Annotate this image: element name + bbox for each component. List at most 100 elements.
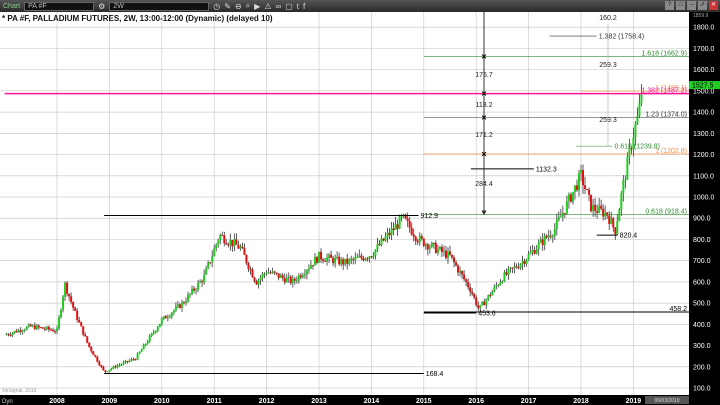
symbol-input[interactable]: PA #F bbox=[24, 1, 95, 11]
candle-body bbox=[330, 254, 333, 258]
candle-body bbox=[598, 205, 601, 213]
play-icon[interactable]: ▶ bbox=[254, 2, 260, 11]
candle-body bbox=[378, 244, 381, 246]
measure-label: 284.4 bbox=[475, 181, 493, 188]
candle-body bbox=[86, 336, 89, 343]
candle-body bbox=[465, 279, 468, 283]
candle-body bbox=[527, 253, 530, 260]
candle-body bbox=[221, 234, 224, 236]
x-tick-label: 2017 bbox=[521, 398, 537, 405]
close-button[interactable]: ✕ bbox=[709, 1, 718, 10]
candle-body bbox=[434, 243, 437, 253]
candle-body bbox=[289, 276, 292, 284]
candle-body bbox=[43, 328, 46, 330]
candle-body bbox=[394, 224, 397, 230]
candle-body bbox=[320, 251, 323, 260]
candle-body bbox=[301, 275, 304, 278]
candle-body bbox=[338, 256, 341, 265]
candle-body bbox=[217, 240, 220, 245]
candle-body bbox=[116, 365, 119, 368]
minus-circle-icon[interactable]: ⊖ bbox=[235, 2, 242, 11]
zoom-icon[interactable]: ⌕ bbox=[246, 1, 250, 11]
candle-body bbox=[227, 244, 230, 246]
candle-body bbox=[104, 370, 107, 372]
candle-body bbox=[64, 282, 67, 297]
candle-body bbox=[612, 218, 615, 228]
candle-body bbox=[247, 263, 250, 270]
candle-body bbox=[469, 287, 472, 292]
candle-body bbox=[348, 259, 351, 264]
candle-body bbox=[580, 170, 582, 174]
candle-body bbox=[241, 246, 244, 249]
link-icon[interactable]: ∞ bbox=[276, 2, 282, 11]
candle-body bbox=[541, 239, 544, 246]
candle-body bbox=[602, 208, 605, 217]
candle-body bbox=[267, 272, 270, 274]
interval-select[interactable]: 2W bbox=[109, 1, 210, 11]
candle-body bbox=[455, 262, 458, 266]
y-tick-label: 1400.0 bbox=[693, 110, 715, 117]
candle-body bbox=[235, 239, 238, 245]
candle-body bbox=[344, 258, 347, 265]
clock-icon[interactable]: ◷ bbox=[213, 2, 220, 11]
candle-body bbox=[257, 280, 260, 285]
minimize-button[interactable]: – bbox=[687, 1, 696, 10]
fib-label: 1.23 (1374.0) bbox=[645, 112, 687, 119]
candle-body bbox=[261, 273, 264, 278]
pencil-icon[interactable]: ✎ bbox=[224, 2, 231, 11]
x-tick-label: 2011 bbox=[207, 398, 222, 405]
y-tick-label: 400.0 bbox=[693, 322, 711, 329]
candle-body bbox=[233, 239, 236, 247]
alert-icon[interactable]: ⚠ bbox=[264, 2, 271, 11]
candle-body bbox=[11, 332, 14, 335]
candle-body bbox=[7, 334, 10, 336]
arrow-down-icon bbox=[481, 210, 487, 216]
candle-body bbox=[88, 342, 91, 347]
help-button[interactable]: ? bbox=[665, 1, 674, 10]
candle-body bbox=[636, 115, 639, 124]
candle-body bbox=[517, 267, 520, 269]
candle-body bbox=[80, 322, 83, 327]
candle-body bbox=[626, 156, 629, 180]
candle-body bbox=[120, 364, 123, 366]
candle-body bbox=[416, 240, 419, 243]
fib-label: 1.618 (1662.9) bbox=[641, 50, 687, 57]
candle-body bbox=[128, 360, 131, 362]
facebook-icon[interactable]: f bbox=[303, 2, 305, 11]
comment-icon[interactable]: ▢ bbox=[285, 2, 293, 11]
candle-body bbox=[410, 227, 413, 235]
maximize-button[interactable]: ⇗ bbox=[698, 1, 707, 10]
candle-body bbox=[509, 267, 512, 269]
candle-body bbox=[326, 257, 329, 262]
candle-body bbox=[328, 254, 331, 258]
candle-body bbox=[501, 281, 504, 283]
candle-body bbox=[144, 344, 147, 346]
candle-body bbox=[37, 325, 40, 328]
candle-body bbox=[487, 294, 490, 300]
candle-body bbox=[400, 216, 403, 218]
candle-body bbox=[140, 349, 143, 352]
candle-body bbox=[245, 254, 248, 264]
candle-body bbox=[68, 293, 71, 297]
candle-body bbox=[297, 275, 300, 281]
twitter-icon[interactable]: t bbox=[297, 2, 299, 11]
candle-body bbox=[132, 359, 135, 361]
candle-body bbox=[160, 318, 163, 324]
candle-body bbox=[610, 218, 613, 224]
candle-body bbox=[342, 259, 345, 265]
restore-button[interactable]: □ bbox=[676, 1, 685, 10]
price-chart[interactable]: 100.0 200.0 300.0 400.0 500.0 600.0 700.0 800.0… bbox=[0, 12, 720, 405]
candle-body bbox=[386, 232, 389, 237]
candle-body bbox=[376, 244, 379, 250]
settings-icon[interactable]: ⚙ bbox=[98, 2, 105, 11]
candle-body bbox=[444, 250, 447, 258]
candle-body bbox=[463, 274, 466, 280]
candle-body bbox=[374, 249, 377, 256]
x-tick-label: 2012 bbox=[259, 398, 275, 405]
candle-body bbox=[592, 205, 595, 212]
candle-body bbox=[352, 259, 355, 261]
candle-body bbox=[559, 216, 562, 218]
candle-body bbox=[205, 268, 208, 275]
candle-body bbox=[622, 180, 625, 194]
candle-body bbox=[98, 361, 101, 366]
